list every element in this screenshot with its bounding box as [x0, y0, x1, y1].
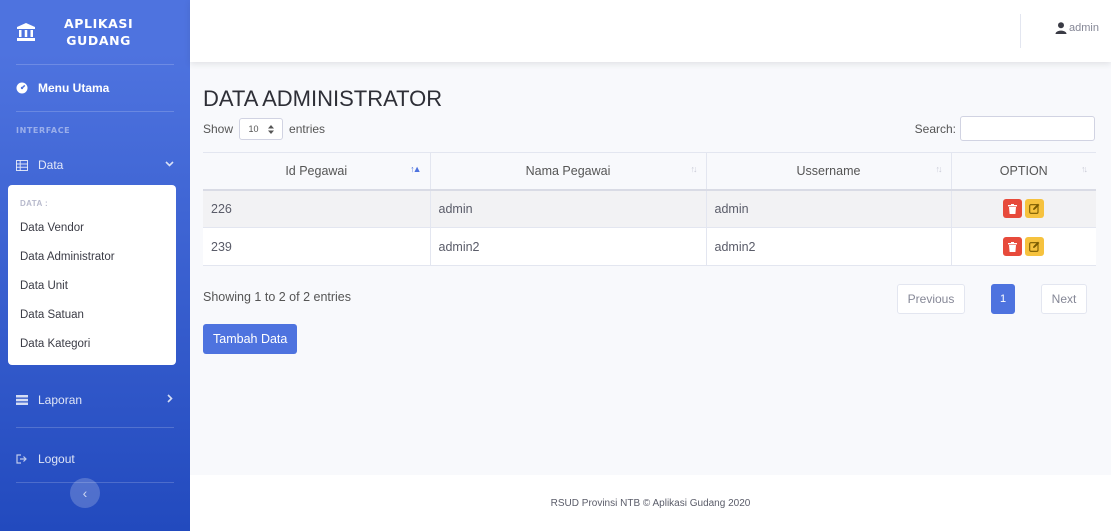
show-label: Show: [203, 122, 234, 136]
edit-icon: [1029, 203, 1040, 215]
cell-option: [950, 189, 1096, 228]
submenu-header: DATA :: [20, 199, 49, 208]
entries-select[interactable]: 10: [239, 118, 284, 140]
next-page-button[interactable]: Next: [1041, 284, 1087, 314]
sort-ascending-icon: ↑▲: [410, 164, 422, 174]
previous-page-button[interactable]: Previous: [897, 284, 965, 314]
column-header-option[interactable]: OPTION ↑↓: [950, 152, 1096, 191]
pagination: Previous 1 Next: [897, 284, 1087, 314]
column-header-label: Ussername: [796, 163, 861, 178]
sidebar-item-label: Laporan: [38, 393, 83, 407]
administrator-table: Id Pegawai ↑▲ Nama Pegawai ↑↓ Ussername …: [203, 152, 1096, 266]
list-icon: [16, 395, 32, 405]
entries-length-control: Show 10 entries: [203, 118, 325, 140]
submenu-item-data-satuan[interactable]: Data Satuan: [8, 301, 176, 330]
page-1-button[interactable]: 1: [991, 284, 1015, 314]
user-name: admin: [1069, 22, 1099, 34]
sidebar-item-data[interactable]: Data: [0, 145, 190, 185]
sidebar-item-logout[interactable]: Logout: [0, 444, 190, 474]
main-content: DATA ADMINISTRATOR Show 10 entries Searc…: [190, 62, 1111, 475]
table-header-row: Id Pegawai ↑▲ Nama Pegawai ↑↓ Ussername …: [203, 152, 1096, 191]
sidebar-heading: INTERFACE: [16, 126, 71, 135]
column-header-label: OPTION: [999, 163, 1048, 178]
footer: RSUD Provinsi NTB © Aplikasi Gudang 2020: [190, 475, 1111, 531]
sidebar-item-label: Logout: [38, 452, 75, 466]
sidebar: APLIKASI GUDANG Menu Utama INTERFACE Dat…: [0, 0, 190, 531]
edit-button[interactable]: [1025, 199, 1045, 219]
delete-button[interactable]: [1003, 199, 1023, 219]
chevron-right-icon: [165, 394, 174, 406]
cell-id-pegawai: 239: [203, 227, 430, 266]
user-icon: [1055, 22, 1067, 34]
entries-select-value: 10: [248, 124, 259, 134]
submenu-item-data-unit[interactable]: Data Unit: [8, 272, 176, 301]
column-header-id-pegawai[interactable]: Id Pegawai ↑▲: [203, 152, 430, 191]
edit-button[interactable]: [1025, 237, 1045, 256]
table-icon: [16, 159, 32, 171]
column-header-label: Id Pegawai: [285, 163, 348, 178]
cell-username: admin: [705, 189, 951, 228]
user-menu[interactable]: admin: [1055, 22, 1099, 34]
chevron-down-icon: [165, 159, 174, 171]
sort-icon: ↑↓: [1081, 164, 1088, 174]
sidebar-toggle-button[interactable]: ‹: [70, 478, 100, 508]
delete-button[interactable]: [1003, 237, 1023, 256]
topbar: admin: [190, 0, 1111, 62]
tachometer-icon: [16, 82, 32, 94]
search-label: Search:: [914, 121, 956, 136]
select-arrows-icon: [267, 124, 274, 134]
brand-line-2: GUDANG: [66, 33, 132, 48]
cell-id-pegawai: 226: [203, 189, 430, 228]
submenu-item-data-administrator[interactable]: Data Administrator: [8, 243, 176, 272]
sort-icon: ↑↓: [935, 164, 943, 174]
cell-nama-pegawai: admin: [429, 189, 706, 228]
table-row: 226 admin admin: [203, 189, 1096, 228]
data-submenu: DATA : Data Vendor Data Administrator Da…: [8, 185, 176, 365]
cell-username: admin2: [705, 227, 951, 266]
column-header-label: Nama Pegawai: [525, 163, 611, 178]
column-header-nama-pegawai[interactable]: Nama Pegawai ↑↓: [429, 152, 706, 191]
sidebar-item-laporan[interactable]: Laporan: [0, 385, 190, 415]
trash-icon: [1008, 241, 1018, 252]
footer-copyright: RSUD Provinsi NTB © Aplikasi Gudang 2020: [550, 497, 751, 509]
chevron-left-icon: ‹: [82, 485, 88, 501]
page-title: DATA ADMINISTRATOR: [203, 86, 443, 111]
brand-line-1: APLIKASI: [64, 16, 134, 31]
topbar-divider: [1020, 14, 1021, 48]
search-control: Search:: [915, 116, 1095, 141]
logout-icon: [16, 454, 32, 464]
trash-icon: [1008, 203, 1018, 214]
sidebar-item-label: Data: [38, 158, 64, 172]
entries-label: entries: [289, 122, 326, 136]
sidebar-item-label: Menu Utama: [38, 81, 110, 95]
edit-icon: [1029, 241, 1040, 252]
sidebar-brand[interactable]: APLIKASI GUDANG: [0, 0, 190, 64]
cell-option: [950, 227, 1096, 266]
search-input[interactable]: [960, 116, 1095, 141]
sidebar-item-menu-utama[interactable]: Menu Utama: [0, 65, 190, 111]
column-header-ussername[interactable]: Ussername ↑↓: [705, 152, 951, 191]
submenu-item-data-vendor[interactable]: Data Vendor: [8, 214, 176, 243]
bank-icon: [16, 22, 36, 42]
table-info: Showing 1 to 2 of 2 entries: [203, 290, 352, 304]
brand-name: APLIKASI GUDANG: [64, 15, 133, 49]
cell-nama-pegawai: admin2: [429, 227, 706, 266]
tambah-data-button[interactable]: Tambah Data: [203, 324, 298, 354]
sort-icon: ↑↓: [690, 164, 698, 174]
submenu-item-data-kategori[interactable]: Data Kategori: [8, 330, 176, 359]
table-row: 239 admin2 admin2: [203, 227, 1096, 266]
